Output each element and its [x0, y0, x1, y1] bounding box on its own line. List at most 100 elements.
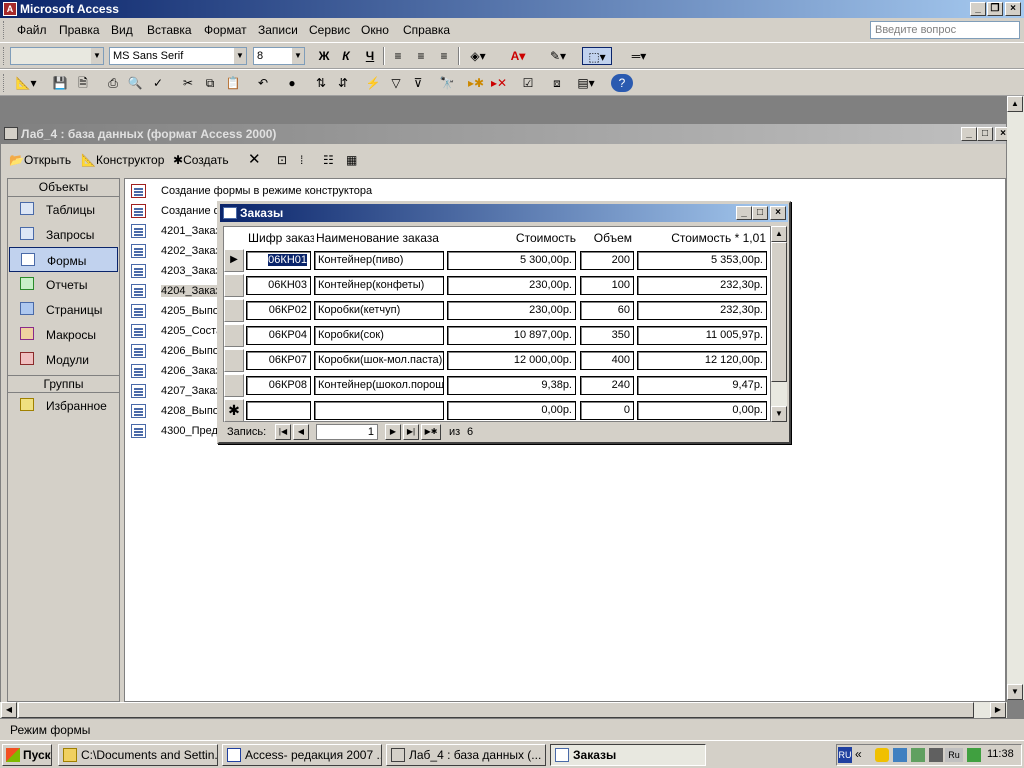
taskbar-item-word[interactable]: Access- редакция 2007 ... — [222, 744, 382, 766]
menu-view[interactable]: Вид — [111, 23, 133, 37]
delete-record-icon[interactable]: ▸✕ — [489, 74, 509, 92]
spelling-icon[interactable]: ✓ — [148, 74, 168, 92]
menu-records[interactable]: Записи — [258, 23, 298, 37]
cell-volume[interactable]: 100 — [580, 276, 634, 295]
cut-icon[interactable]: ✂ — [178, 74, 198, 92]
tray-app-icon[interactable] — [911, 748, 925, 762]
groups-item-favorites[interactable]: Избранное — [8, 393, 119, 418]
cell-volume[interactable]: 240 — [580, 376, 634, 395]
next-record-button[interactable]: ▶ — [385, 424, 401, 440]
italic-button[interactable]: К — [336, 47, 356, 65]
cell-code[interactable]: 06КР02 — [246, 301, 311, 320]
new-record-icon[interactable]: ▸✱ — [466, 74, 486, 92]
save-icon[interactable]: 💾 — [50, 74, 70, 92]
find-icon[interactable]: 🔭 — [437, 74, 457, 92]
record-selector-current[interactable]: ▶ — [224, 249, 244, 272]
scroll-left-icon[interactable]: ◀ — [1, 702, 17, 718]
design-button[interactable]: 📐Конструктор — [81, 153, 164, 167]
cell-cost[interactable]: 9,38р. — [447, 376, 576, 395]
cell-cost-x101[interactable]: 12 120,00р. — [637, 351, 767, 370]
taskbar-item-explorer[interactable]: C:\Documents and Settin... — [58, 744, 218, 766]
view-icon[interactable]: 📐▾ — [10, 74, 42, 92]
tray-app-icon[interactable] — [929, 748, 943, 762]
groups-header[interactable]: Группы — [8, 375, 119, 393]
menu-format[interactable]: Формат — [204, 23, 247, 37]
insert-object-icon[interactable]: ● — [282, 74, 302, 92]
filter-by-form-icon[interactable]: ▽ — [386, 74, 406, 92]
security-shield-icon[interactable] — [875, 748, 889, 762]
scroll-down-icon[interactable]: ▼ — [1007, 684, 1023, 700]
cell-name[interactable]: Коробки(сок) — [314, 326, 444, 345]
sort-descending-icon[interactable]: ⇵ — [333, 74, 353, 92]
keyboard-layout-icon[interactable]: Ru — [945, 748, 963, 762]
cell-code[interactable]: 06КР08 — [246, 376, 311, 395]
new-object-icon[interactable]: ▤▾ — [570, 74, 602, 92]
objects-item-forms[interactable]: Формы — [9, 247, 118, 272]
new-record-selector[interactable]: ✱ — [224, 399, 244, 422]
cell-name[interactable]: Контейнер(конфеты) — [314, 276, 444, 295]
cell-cost-x101[interactable]: 0,00р. — [637, 401, 767, 420]
cell-cost-x101[interactable]: 232,30р. — [637, 301, 767, 320]
new-record-button[interactable]: ▶✱ — [421, 424, 441, 440]
taskbar-item-orders[interactable]: Заказы — [550, 744, 706, 766]
db-minimize-button[interactable]: _ — [961, 127, 977, 141]
current-record-field[interactable]: 1 — [316, 424, 378, 440]
cell-cost[interactable]: 230,00р. — [447, 301, 576, 320]
line-width-icon[interactable]: ═▾ — [622, 47, 656, 65]
scroll-right-icon[interactable]: ▶ — [990, 702, 1006, 718]
align-right-icon[interactable]: ≡ — [434, 47, 454, 65]
cell-name[interactable] — [314, 401, 444, 420]
underline-button[interactable]: Ч — [360, 47, 380, 65]
cell-cost-x101[interactable]: 9,47р. — [637, 376, 767, 395]
cell-name[interactable]: Контейнер(пиво) — [314, 251, 444, 270]
cell-cost-x101[interactable]: 232,30р. — [637, 276, 767, 295]
objects-header[interactable]: Объекты — [8, 179, 119, 197]
taskbar-item-database[interactable]: Лаб_4 : база данных (... — [386, 744, 546, 766]
start-button[interactable]: Пуск — [2, 744, 52, 766]
database-window-icon[interactable]: ⧈ — [547, 74, 567, 92]
record-selector[interactable] — [224, 349, 244, 372]
menu-tools[interactable]: Сервис — [309, 23, 350, 37]
menubar-grip[interactable] — [3, 21, 6, 39]
minimize-button[interactable]: _ — [970, 2, 986, 16]
align-center-icon[interactable]: ≡ — [411, 47, 431, 65]
scroll-down-icon[interactable]: ▼ — [771, 406, 787, 422]
undo-icon[interactable]: ↶ — [253, 74, 273, 92]
objects-item-pages[interactable]: Страницы — [8, 297, 119, 322]
objects-item-tables[interactable]: Таблицы — [8, 197, 119, 222]
menu-insert[interactable]: Вставка — [147, 23, 192, 37]
record-selector[interactable] — [224, 324, 244, 347]
menu-help[interactable]: Справка — [403, 23, 450, 37]
mdi-vertical-scrollbar[interactable]: ▲ ▼ — [1007, 96, 1024, 700]
ask-question-input[interactable]: Введите вопрос — [870, 21, 1020, 39]
sort-ascending-icon[interactable]: ⇅ — [311, 74, 331, 92]
objects-item-queries[interactable]: Запросы — [8, 222, 119, 247]
apply-filter-icon[interactable]: ⊽ — [408, 74, 428, 92]
scroll-thumb[interactable] — [18, 702, 974, 718]
cell-code[interactable]: 06КР07 — [246, 351, 311, 370]
details-view-icon[interactable]: ▦ — [346, 153, 357, 167]
cell-code[interactable]: 06КН01 — [246, 251, 311, 270]
mdi-horizontal-scrollbar[interactable]: ◀ ▶ — [0, 702, 1007, 718]
line-color-icon[interactable]: ✎▾ — [543, 47, 573, 65]
record-selector[interactable] — [224, 274, 244, 297]
record-selector[interactable] — [224, 374, 244, 397]
first-record-button[interactable]: |◀ — [275, 424, 291, 440]
clock[interactable]: 11:38 — [987, 748, 1014, 760]
close-button[interactable]: × — [1005, 2, 1021, 16]
network-icon[interactable] — [893, 748, 907, 762]
objects-item-macros[interactable]: Макросы — [8, 322, 119, 347]
object-combo[interactable]: ▼ — [10, 47, 104, 65]
objects-item-reports[interactable]: Отчеты — [8, 272, 119, 297]
cell-code[interactable]: 06КР04 — [246, 326, 311, 345]
form-close-button[interactable]: × — [770, 206, 786, 220]
scroll-up-icon[interactable]: ▲ — [771, 226, 787, 242]
font-size-combo[interactable]: 8 ▼ — [253, 47, 305, 65]
help-icon[interactable]: ? — [611, 74, 633, 92]
copy-icon[interactable]: ⧉ — [200, 74, 220, 92]
properties-icon[interactable]: ☑ — [518, 74, 538, 92]
restore-button[interactable]: ❐ — [987, 2, 1003, 16]
cell-cost[interactable]: 0,00р. — [447, 401, 576, 420]
cell-volume[interactable]: 200 — [580, 251, 634, 270]
cell-name[interactable]: Коробки(шок-мол.паста) — [314, 351, 444, 370]
